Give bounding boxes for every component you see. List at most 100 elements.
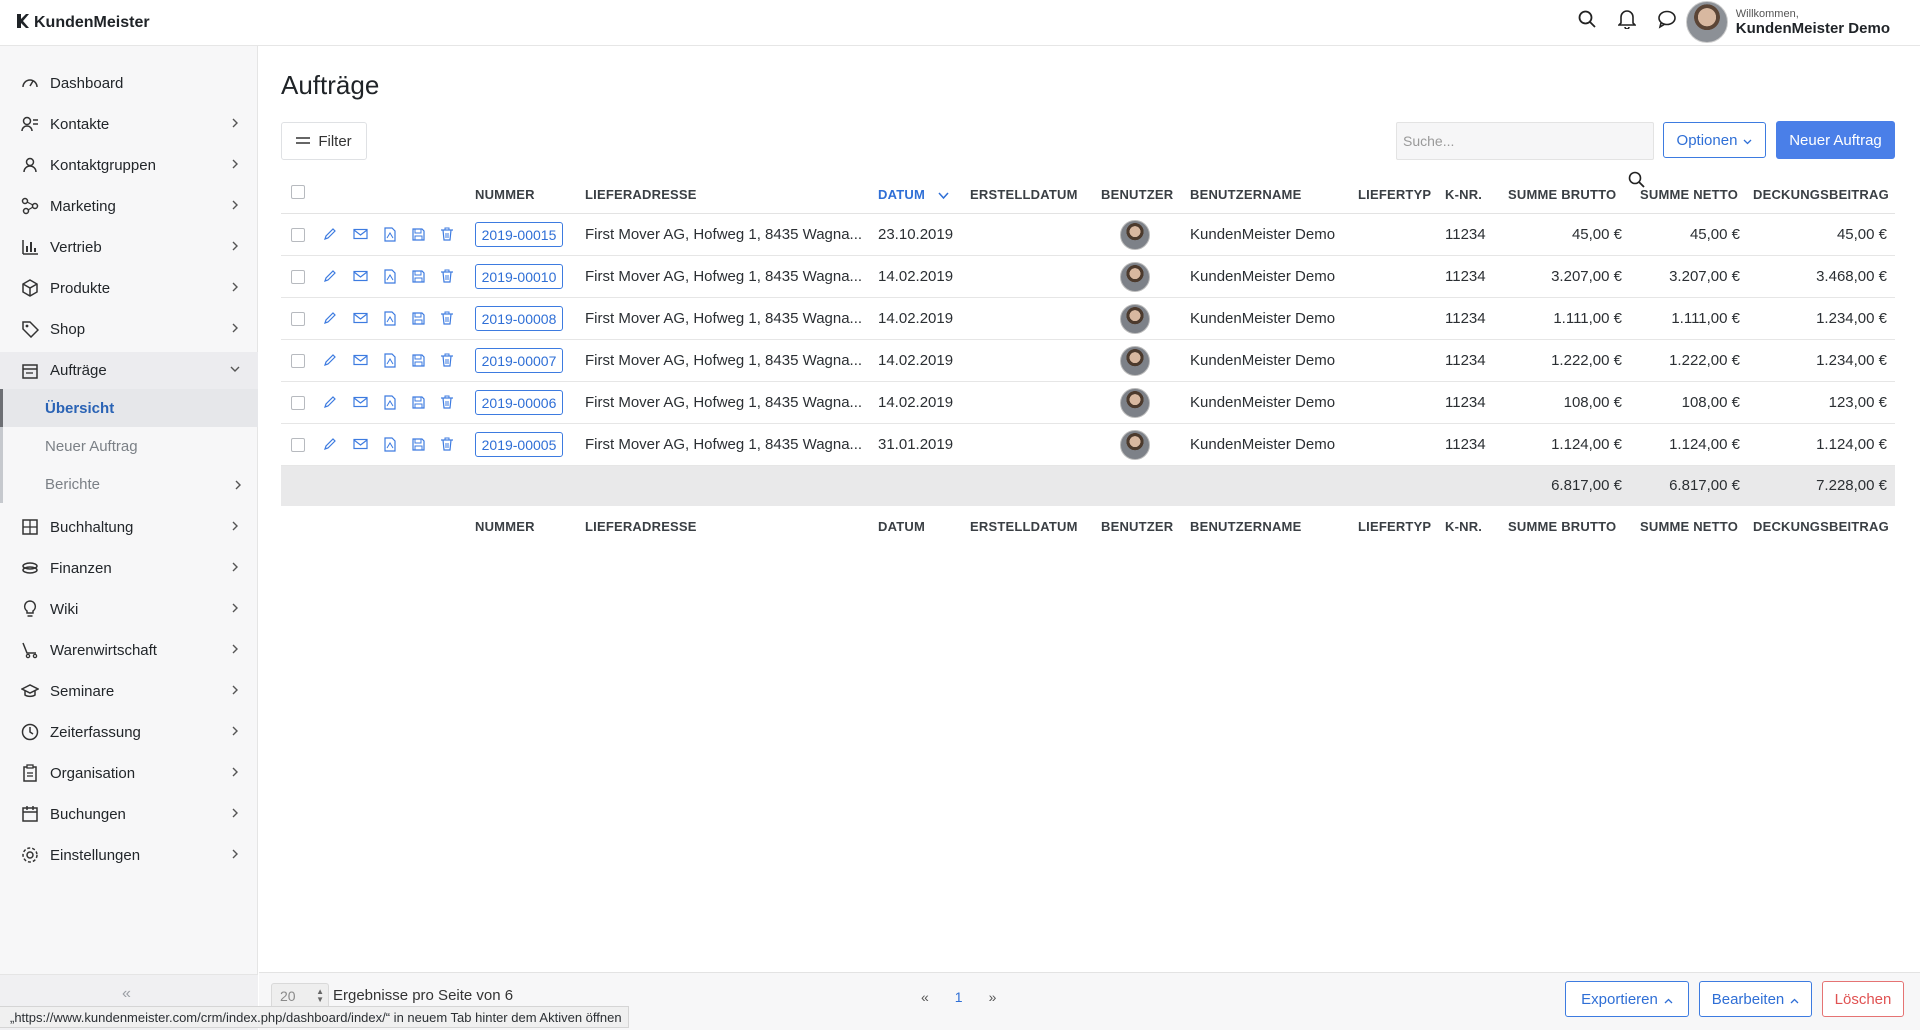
sidebar-item-kontakte[interactable]: Kontakte <box>0 106 258 142</box>
edit-pencil-icon[interactable] <box>321 393 339 411</box>
chat-icon[interactable] <box>1656 8 1678 30</box>
trash-icon[interactable] <box>438 393 456 411</box>
pdf-icon[interactable] <box>381 435 399 453</box>
trash-icon[interactable] <box>438 309 456 327</box>
cell-deckungsbeitrag: 45,00 € <box>1836 226 1887 243</box>
sidebar-item-produkte[interactable]: Produkte <box>0 270 258 306</box>
pager-page-1[interactable]: 1 <box>955 989 963 1005</box>
save-icon[interactable] <box>409 267 427 285</box>
pdf-icon[interactable] <box>381 225 399 243</box>
cell-knr: 11234 <box>1445 352 1486 369</box>
chevron-right-icon <box>228 601 242 615</box>
row-checkbox[interactable] <box>291 438 305 452</box>
sidebar-item-marketing[interactable]: Marketing <box>0 188 258 224</box>
options-button[interactable]: Optionen <box>1663 122 1766 158</box>
edit-pencil-icon[interactable] <box>321 225 339 243</box>
edit-pencil-icon[interactable] <box>321 267 339 285</box>
sidebar-item-zeiterfassung[interactable]: Zeiterfassung <box>0 714 258 750</box>
delete-button[interactable]: Löschen <box>1822 981 1904 1017</box>
order-number-link[interactable]: 2019-00006 <box>475 390 563 415</box>
collapse-sidebar-button[interactable]: « <box>122 985 131 1003</box>
col-knr[interactable]: K-NR. <box>1445 187 1482 202</box>
search-icon[interactable] <box>1576 8 1598 30</box>
user-menu[interactable]: Willkommen, KundenMeister Demo <box>1685 1 1890 43</box>
app-logo[interactable]: KundenMeister <box>16 13 150 32</box>
col-benutzername[interactable]: BENUTZERNAME <box>1190 187 1301 202</box>
new-order-button[interactable]: Neuer Auftrag <box>1776 121 1895 159</box>
clipboard-icon <box>20 763 40 783</box>
order-number-link[interactable]: 2019-00010 <box>475 264 563 289</box>
sidebar-subitem-uebersicht[interactable]: Übersicht <box>0 389 258 427</box>
sort-desc-icon[interactable] <box>938 187 949 204</box>
save-icon[interactable] <box>409 351 427 369</box>
trash-icon[interactable] <box>438 267 456 285</box>
sidebar-item-dashboard[interactable]: Dashboard <box>0 65 258 101</box>
edit-pencil-icon[interactable] <box>321 309 339 327</box>
order-number-link[interactable]: 2019-00008 <box>475 306 563 331</box>
col-liefertyp[interactable]: LIEFERTYP <box>1358 187 1431 202</box>
sidebar-item-buchungen[interactable]: Buchungen <box>0 796 258 832</box>
pdf-icon[interactable] <box>381 267 399 285</box>
sidebar-item-auftraege[interactable]: Aufträge <box>0 352 258 389</box>
pdf-icon[interactable] <box>381 393 399 411</box>
search-input[interactable] <box>1396 122 1654 160</box>
trash-icon[interactable] <box>438 225 456 243</box>
app-name: KundenMeister <box>34 13 150 31</box>
save-icon[interactable] <box>409 393 427 411</box>
cell-summe-brutto: 108,00 € <box>1563 394 1622 411</box>
save-icon[interactable] <box>409 309 427 327</box>
row-checkbox[interactable] <box>291 396 305 410</box>
row-checkbox[interactable] <box>291 228 305 242</box>
edit-pencil-icon[interactable] <box>321 351 339 369</box>
sidebar-item-buchhaltung[interactable]: Buchhaltung <box>0 509 258 545</box>
chevron-right-icon <box>228 198 242 212</box>
edit-button[interactable]: Bearbeiten <box>1699 981 1812 1017</box>
col-erstelldatum[interactable]: ERSTELLDATUM <box>970 187 1078 202</box>
edit-pencil-icon[interactable] <box>321 435 339 453</box>
filter-button[interactable]: Filter <box>281 122 367 160</box>
sidebar-subitem-berichte[interactable]: Berichte <box>0 465 258 503</box>
pager-prev[interactable]: « <box>921 989 929 1005</box>
row-checkbox[interactable] <box>291 354 305 368</box>
sidebar-item-organisation[interactable]: Organisation <box>0 755 258 791</box>
pager-next[interactable]: » <box>989 989 997 1005</box>
money-icon <box>20 558 40 578</box>
pdf-icon[interactable] <box>381 351 399 369</box>
mail-icon[interactable] <box>351 309 369 327</box>
row-checkbox[interactable] <box>291 270 305 284</box>
pdf-icon[interactable] <box>381 309 399 327</box>
sidebar-item-kontaktgruppen[interactable]: Kontaktgruppen <box>0 147 258 183</box>
sidebar-item-finanzen[interactable]: Finanzen <box>0 550 258 586</box>
col-datum[interactable]: DATUM <box>878 187 925 202</box>
col-summe-brutto[interactable]: SUMME BRUTTO <box>1508 187 1616 202</box>
order-number-link[interactable]: 2019-00005 <box>475 432 563 457</box>
order-number-link[interactable]: 2019-00015 <box>475 222 563 247</box>
trash-icon[interactable] <box>438 351 456 369</box>
sidebar-item-shop[interactable]: Shop <box>0 311 258 347</box>
col-deckungsbeitrag[interactable]: DECKUNGSBEITRAG <box>1753 187 1889 202</box>
mail-icon[interactable] <box>351 225 369 243</box>
save-icon[interactable] <box>409 225 427 243</box>
mail-icon[interactable] <box>351 393 369 411</box>
sidebar-item-warenwirtschaft[interactable]: Warenwirtschaft <box>0 632 258 668</box>
save-icon[interactable] <box>409 435 427 453</box>
sidebar-item-seminare[interactable]: Seminare <box>0 673 258 709</box>
sidebar-item-einstellungen[interactable]: Einstellungen <box>0 837 258 873</box>
sidebar-item-wiki[interactable]: Wiki <box>0 591 258 627</box>
mail-icon[interactable] <box>351 267 369 285</box>
col-benutzer[interactable]: BENUTZER <box>1101 187 1173 202</box>
mail-icon[interactable] <box>351 351 369 369</box>
select-all-checkbox[interactable] <box>291 185 305 199</box>
col-lieferadresse[interactable]: LIEFERADRESSE <box>585 187 697 202</box>
export-button[interactable]: Exportieren <box>1565 981 1689 1017</box>
col-nummer[interactable]: NUMMER <box>475 187 535 202</box>
bell-icon[interactable] <box>1616 8 1638 30</box>
trash-icon[interactable] <box>438 435 456 453</box>
mail-icon[interactable] <box>351 435 369 453</box>
chevron-right-icon <box>234 477 242 494</box>
col-summe-netto[interactable]: SUMME NETTO <box>1640 187 1738 202</box>
sidebar-item-vertrieb[interactable]: Vertrieb <box>0 229 258 265</box>
row-checkbox[interactable] <box>291 312 305 326</box>
sidebar-subitem-neuer-auftrag[interactable]: Neuer Auftrag <box>0 427 258 465</box>
order-number-link[interactable]: 2019-00007 <box>475 348 563 373</box>
